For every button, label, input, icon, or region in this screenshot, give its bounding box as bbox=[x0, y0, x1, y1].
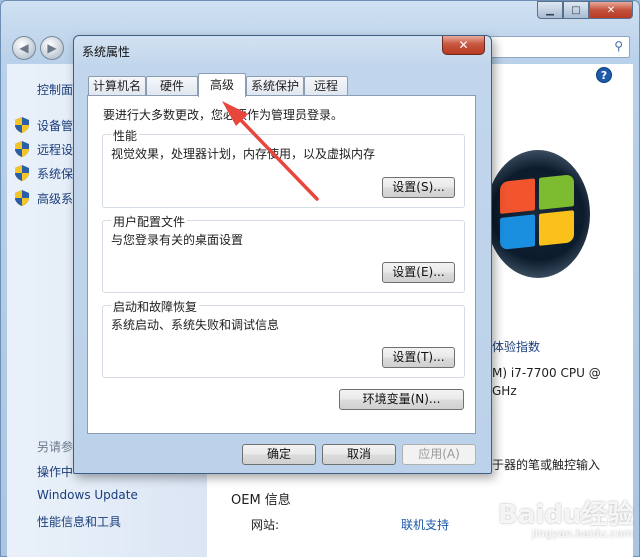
maximize-button[interactable]: □ bbox=[563, 1, 589, 19]
back-button[interactable]: ◀ bbox=[12, 36, 36, 60]
startup-recovery-settings-button[interactable]: 设置(T)... bbox=[382, 347, 455, 368]
tab-system-protection[interactable]: 系统保护 bbox=[246, 76, 304, 96]
close-window-button[interactable]: ✕ bbox=[589, 1, 633, 19]
system-properties-dialog: 系统属性 ✕ 计算机名 硬件 高级 系统保护 远程 要进行大多数更改，您必须作为… bbox=[73, 35, 492, 474]
see-also-windows-update-link[interactable]: Windows Update bbox=[37, 488, 138, 502]
shield-icon bbox=[15, 190, 29, 206]
minimize-button[interactable]: ▁ bbox=[537, 1, 563, 19]
experience-index-link[interactable]: 体验指数 bbox=[492, 338, 540, 355]
performance-description: 视觉效果，处理器计划，内存使用，以及虚拟内存 bbox=[111, 147, 376, 161]
admin-notice: 要进行大多数更改，您必须作为管理员登录。 bbox=[103, 108, 344, 122]
task-link-remote-settings[interactable]: 远程设 bbox=[37, 141, 73, 158]
user-profiles-settings-button[interactable]: 设置(E)... bbox=[382, 262, 455, 283]
see-also-performance-tools-link[interactable]: 性能信息和工具 bbox=[37, 513, 121, 530]
close-icon: ✕ bbox=[458, 38, 469, 52]
online-support-link[interactable]: 联机支持 bbox=[401, 516, 449, 533]
performance-group-label: 性能 bbox=[111, 127, 140, 144]
ok-button[interactable]: 确定 bbox=[242, 444, 316, 465]
search-icon[interactable]: ⚲ bbox=[614, 39, 623, 53]
forward-button[interactable]: ▶ bbox=[40, 36, 64, 60]
shield-icon bbox=[15, 117, 29, 133]
user-profiles-description: 与您登录有关的桌面设置 bbox=[111, 233, 244, 247]
forward-arrow-icon: ▶ bbox=[47, 41, 57, 55]
baidu-watermark-logo: Baidu经验 jingyan.baidu.com bbox=[498, 494, 633, 540]
window-controls: ▁ □ ✕ bbox=[537, 1, 633, 19]
tab-remote[interactable]: 远程 bbox=[304, 76, 348, 96]
apply-button[interactable]: 应用(A) bbox=[402, 444, 476, 465]
oem-info-heading: OEM 信息 bbox=[231, 493, 291, 508]
see-also-heading: 另请参 bbox=[37, 440, 74, 454]
tab-advanced[interactable]: 高级 bbox=[198, 73, 246, 97]
processor-value: M) i7-7700 CPU @ bbox=[492, 366, 601, 380]
watermark-text: Baidu经验 bbox=[498, 500, 634, 530]
advanced-tab-panel: 要进行大多数更改，您必须作为管理员登录。 性能 视觉效果，处理器计划，内存使用，… bbox=[87, 95, 476, 434]
shield-icon bbox=[15, 165, 29, 181]
control-panel-home-link[interactable]: 控制面 bbox=[37, 81, 73, 98]
performance-group: 性能 视觉效果，处理器计划，内存使用，以及虚拟内存 设置(S)... bbox=[102, 127, 465, 208]
windows-logo bbox=[486, 150, 590, 278]
task-link-system-protection[interactable]: 系统保 bbox=[37, 165, 73, 182]
help-icon[interactable]: ? bbox=[596, 67, 612, 83]
cancel-button[interactable]: 取消 bbox=[322, 444, 396, 465]
user-profiles-group-label: 用户配置文件 bbox=[111, 213, 188, 230]
pen-touch-value: 于器的笔或触控输入 bbox=[492, 458, 601, 472]
see-also-action-center-link[interactable]: 操作中 bbox=[37, 463, 73, 480]
startup-recovery-description: 系统启动、系统失败和调试信息 bbox=[111, 318, 280, 332]
dialog-close-button[interactable]: ✕ bbox=[442, 36, 485, 55]
windows-flag-icon bbox=[500, 174, 576, 252]
environment-variables-button[interactable]: 环境变量(N)... bbox=[339, 389, 464, 410]
shield-icon bbox=[15, 141, 29, 157]
performance-settings-button[interactable]: 设置(S)... bbox=[382, 177, 455, 198]
startup-recovery-group: 启动和故障恢复 系统启动、系统失败和调试信息 设置(T)... bbox=[102, 298, 465, 378]
back-arrow-icon: ◀ bbox=[19, 41, 29, 55]
task-link-device-manager[interactable]: 设备管 bbox=[37, 117, 73, 134]
startup-recovery-group-label: 启动和故障恢复 bbox=[111, 298, 200, 315]
website-label: 网站: bbox=[251, 518, 280, 532]
processor-speed: GHz bbox=[492, 384, 517, 398]
task-link-advanced-settings[interactable]: 高级系 bbox=[37, 190, 73, 207]
tab-hardware[interactable]: 硬件 bbox=[146, 76, 198, 96]
tab-computer-name[interactable]: 计算机名 bbox=[88, 76, 146, 96]
dialog-title: 系统属性 bbox=[82, 45, 131, 59]
user-profiles-group: 用户配置文件 与您登录有关的桌面设置 设置(E)... bbox=[102, 213, 465, 293]
